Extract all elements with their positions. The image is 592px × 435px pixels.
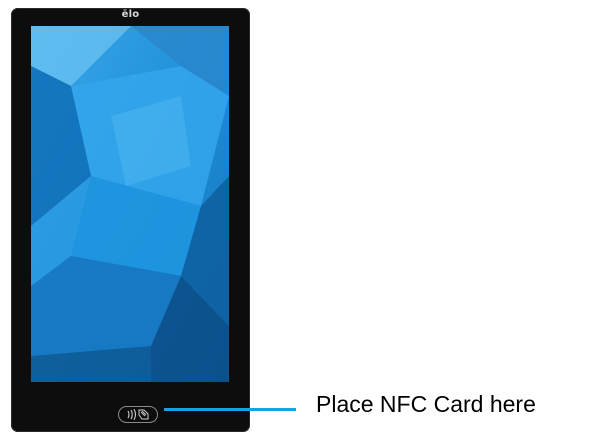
wallpaper-graphic: [31, 26, 229, 382]
touchscreen-device: ēlo: [11, 8, 250, 432]
callout-pointer-line: [164, 408, 296, 411]
nfc-callout-label: Place NFC Card here: [316, 391, 536, 417]
brand-logo: ēlo: [121, 9, 140, 20]
contactless-nfc-icon: [118, 406, 158, 423]
device-screen: [31, 26, 229, 382]
